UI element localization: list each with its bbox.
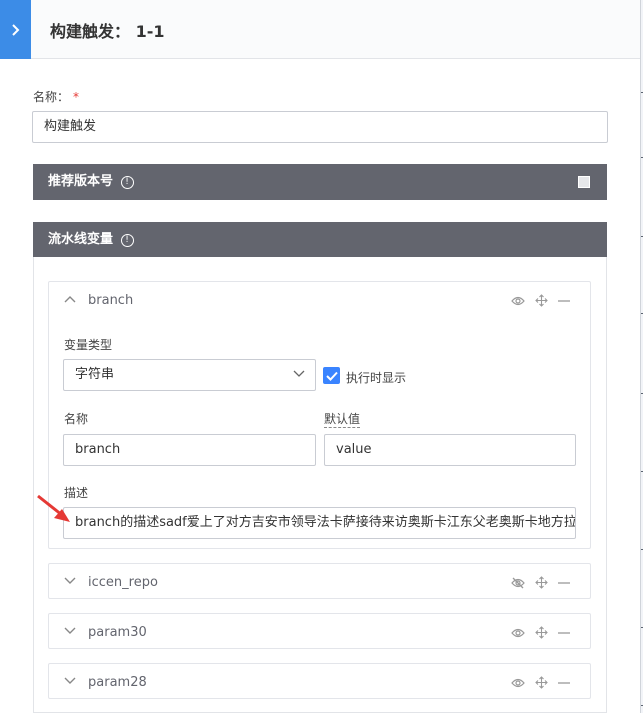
var-actions (511, 676, 570, 689)
chevron-down-icon (64, 577, 76, 584)
collapse-button[interactable] (0, 0, 31, 59)
move-icon[interactable] (535, 294, 548, 307)
required-mark: * (73, 90, 80, 104)
name-label: 名称： * (33, 90, 80, 104)
minus-icon[interactable] (558, 681, 570, 684)
move-icon[interactable] (535, 676, 548, 689)
eye-icon[interactable] (511, 296, 525, 306)
pipeline-vars-title: 流水线变量 (48, 232, 114, 247)
minus-icon[interactable] (558, 299, 570, 302)
page-title: 构建触发： 1-1 (50, 22, 165, 41)
var-name: param28 (88, 675, 147, 690)
chevron-right-icon (11, 23, 19, 36)
recommend-version-title: 推荐版本号 (48, 174, 114, 189)
minus-icon[interactable] (558, 581, 570, 584)
var-type-label: 变量类型 (64, 338, 113, 352)
default-value-input[interactable]: value (324, 434, 576, 466)
var-card-header[interactable]: iccen_repo (49, 564, 590, 600)
var-name-input[interactable]: branch (63, 434, 316, 466)
info-icon[interactable]: ! (120, 176, 134, 189)
eye-off-icon[interactable] (511, 577, 525, 589)
default-value-label[interactable]: 默认值 (324, 410, 361, 428)
var-name: param30 (88, 625, 147, 640)
var-name: branch (88, 293, 134, 308)
var-actions (511, 626, 570, 639)
var-type-value: 字符串 (75, 367, 115, 382)
pipeline-vars-bar[interactable]: 流水线变量 ! (33, 222, 607, 258)
recommend-version-bar[interactable]: 推荐版本号 ! (33, 164, 607, 200)
var-type-select[interactable]: 字符串 (63, 359, 316, 391)
eye-icon[interactable] (511, 628, 525, 638)
var-actions (511, 294, 570, 307)
var-card-iccen-repo: iccen_repo (48, 563, 591, 599)
info-icon[interactable]: ! (120, 234, 134, 247)
eye-icon[interactable] (511, 678, 525, 688)
chevron-down-icon (64, 677, 76, 684)
move-icon[interactable] (535, 626, 548, 639)
minus-icon[interactable] (558, 631, 570, 634)
chevron-down-icon (293, 370, 305, 377)
var-actions (511, 576, 570, 589)
show-at-run-label: 执行时显示 (346, 371, 407, 385)
show-at-run-checkbox[interactable] (323, 367, 340, 384)
var-name-label: 名称 (64, 412, 89, 426)
chevron-down-icon (64, 627, 76, 634)
annotation-arrow (37, 494, 70, 522)
desc-input[interactable]: branch的描述sadf爱上了对方吉安市领导法卡萨接待来访奥斯卡江东父老奥斯卡… (63, 507, 576, 539)
var-card-header[interactable]: param28 (49, 664, 590, 700)
chevron-up-icon (64, 296, 76, 303)
recommend-version-checkbox[interactable] (578, 176, 590, 188)
var-card-header[interactable]: branch (49, 282, 590, 318)
move-icon[interactable] (535, 576, 548, 589)
var-card-param30: param30 (48, 613, 591, 649)
name-input[interactable]: 构建触发 (32, 111, 608, 143)
check-icon (325, 371, 338, 381)
var-name: iccen_repo (88, 575, 158, 590)
var-card-param28: param28 (48, 663, 591, 699)
var-card-header[interactable]: param30 (49, 614, 590, 650)
page-header: 构建触发： 1-1 (0, 0, 640, 59)
